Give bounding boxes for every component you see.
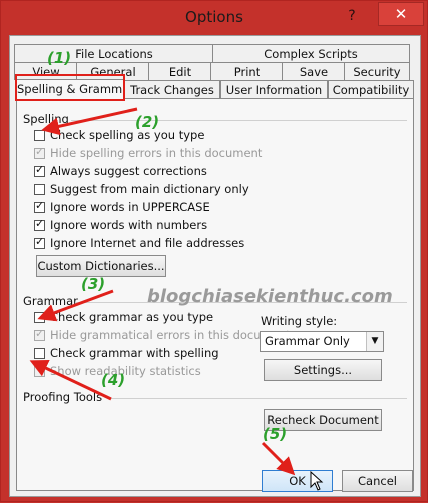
step-label-2: (2) (135, 113, 160, 131)
cancel-button[interactable]: Cancel (342, 470, 413, 492)
dialog-body: File Locations Complex Scripts View Gene… (9, 35, 421, 497)
title-bar: Options ? ✕ (1, 1, 427, 35)
checkbox[interactable] (34, 347, 45, 359)
hide-grammatical-errors[interactable]: Hide grammatical errors in this document (34, 327, 291, 343)
checkbox[interactable] (34, 365, 45, 377)
option-label: Suggest from main dictionary only (50, 182, 249, 196)
suggest-main-dictionary-only[interactable]: Suggest from main dictionary only (34, 181, 249, 197)
always-suggest-corrections[interactable]: Always suggest corrections (34, 163, 207, 179)
grammar-settings-button[interactable]: Settings... (264, 359, 382, 381)
spelling-divider (71, 120, 407, 121)
grammar-heading: Grammar (23, 294, 78, 308)
spelling-heading: Spelling (23, 112, 69, 126)
checkbox[interactable] (34, 327, 45, 341)
step-label-4: (4) (101, 371, 126, 389)
proofing-tools-heading: Proofing Tools (23, 390, 103, 404)
option-label: Check grammar with spelling (50, 346, 219, 360)
tab-security[interactable]: Security (344, 62, 410, 80)
custom-dictionaries-button[interactable]: Custom Dictionaries... (36, 255, 166, 277)
option-label: Ignore Internet and file addresses (50, 236, 245, 250)
option-label: Check spelling as you type (50, 128, 205, 142)
check-spelling-as-you-type[interactable]: Check spelling as you type (34, 127, 204, 143)
chevron-down-icon[interactable]: ▼ (366, 332, 383, 351)
option-label: Ignore words with numbers (50, 218, 208, 232)
writing-style-label: Writing style: (261, 314, 338, 328)
option-label: Show readability statistics (50, 364, 201, 378)
check-grammar-with-spelling[interactable]: Check grammar with spelling (34, 345, 219, 361)
tab-compatibility[interactable]: Compatibility (328, 80, 414, 98)
checkbox[interactable] (34, 235, 45, 249)
step-label-1: (1) (47, 49, 72, 67)
tab-complex-scripts[interactable]: Complex Scripts (212, 44, 410, 62)
tab-track-changes[interactable]: Track Changes (124, 80, 220, 98)
tab-print[interactable]: Print (210, 62, 284, 80)
writing-style-select[interactable]: Grammar Only ▼ (260, 331, 384, 352)
option-label: Hide grammatical errors in this document (50, 328, 291, 342)
option-label: Ignore words in UPPERCASE (50, 200, 210, 214)
options-dialog: Options ? ✕ File Locations Complex Scrip… (0, 0, 428, 502)
close-button[interactable]: ✕ (378, 2, 424, 26)
step-label-3: (3) (81, 275, 106, 293)
checkbox[interactable] (34, 183, 45, 195)
window-title: Options (185, 8, 243, 26)
ignore-words-with-numbers[interactable]: Ignore words with numbers (34, 217, 207, 233)
checkbox[interactable] (34, 217, 45, 231)
option-label: Check grammar as you type (50, 310, 214, 324)
tab-user-information[interactable]: User Information (220, 80, 328, 98)
checkbox[interactable] (34, 129, 45, 141)
mouse-cursor-icon (310, 471, 324, 491)
ignore-internet-file-addresses[interactable]: Ignore Internet and file addresses (34, 235, 244, 251)
checkbox[interactable] (34, 311, 45, 323)
writing-style-value: Grammar Only (265, 334, 350, 348)
proofing-divider (111, 398, 407, 399)
step-label-5: (5) (263, 425, 288, 443)
help-icon[interactable]: ? (341, 5, 363, 27)
tab-edit[interactable]: Edit (148, 62, 212, 80)
option-label: Always suggest corrections (50, 164, 207, 178)
hide-spelling-errors[interactable]: Hide spelling errors in this document (34, 145, 262, 161)
tab-save[interactable]: Save (282, 62, 346, 80)
checkbox[interactable] (34, 145, 45, 159)
checkbox[interactable] (34, 163, 45, 177)
tab-file-locations[interactable]: File Locations (14, 44, 214, 62)
watermark: blogchiasekienthuc.com (147, 286, 393, 307)
checkbox[interactable] (34, 199, 45, 213)
option-label: Hide spelling errors in this document (50, 146, 263, 160)
check-grammar-as-you-type[interactable]: Check grammar as you type (34, 309, 213, 325)
tab-highlight-box (15, 74, 125, 101)
ignore-uppercase[interactable]: Ignore words in UPPERCASE (34, 199, 210, 215)
